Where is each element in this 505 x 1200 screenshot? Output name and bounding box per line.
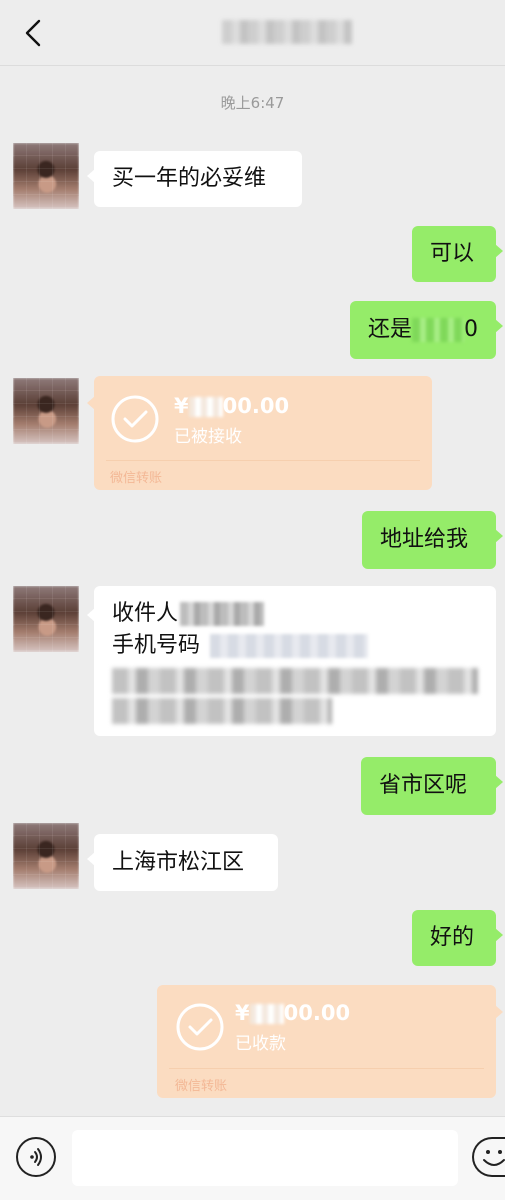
redacted-recipient — [180, 602, 265, 626]
contact-avatar[interactable] — [13, 143, 79, 209]
transfer-status: 已被接收 — [174, 427, 242, 447]
chevron-left-icon — [25, 19, 41, 47]
redacted-phone — [210, 634, 369, 658]
transfer-divider — [106, 460, 420, 461]
redacted-amount — [412, 318, 465, 342]
transfer-amount: ¥00.00 — [235, 1001, 351, 1025]
sent-message: 可以 — [412, 226, 503, 282]
transfer-card[interactable]: ¥00.00 已收款 微信转账 — [157, 985, 503, 1098]
recipient-label: 收件人 — [112, 601, 179, 626]
contact-avatar[interactable] — [13, 823, 79, 889]
message-text: 好的 — [430, 925, 475, 950]
recipient-line: 收件人 — [112, 598, 478, 630]
emoji-icon — [483, 1150, 505, 1166]
message-text: 可以 — [430, 241, 475, 266]
sent-message: 还是 0 — [350, 301, 503, 359]
received-message-address: 收件人 手机号码 — [87, 586, 496, 736]
message-text-prefix: 还是 — [368, 317, 413, 342]
chat-header — [0, 0, 505, 66]
transfer-divider — [169, 1068, 484, 1069]
redacted-amount — [188, 397, 223, 417]
sent-message: 好的 — [412, 910, 503, 966]
redacted-address — [112, 698, 332, 724]
transfer-footer: 微信转账 — [175, 1079, 228, 1094]
message-text: 买一年的必妥维 — [112, 166, 267, 191]
phone-line: 手机号码 — [112, 630, 478, 662]
message-timestamp: 晚上6:47 — [220, 94, 285, 112]
check-circle-icon — [111, 395, 159, 443]
contact-avatar[interactable] — [13, 586, 79, 652]
message-text: 地址给我 — [380, 527, 469, 552]
redacted-amount — [249, 1004, 284, 1024]
emoji-button[interactable] — [472, 1137, 505, 1177]
transfer-card[interactable]: ¥00.00 已被接收 微信转账 — [87, 376, 432, 490]
phone-label: 手机号码 — [112, 633, 201, 658]
input-bar — [0, 1116, 505, 1200]
voice-icon — [30, 1148, 42, 1166]
received-message: 上海市松江区 — [87, 834, 278, 891]
chat-title-redacted — [222, 20, 352, 44]
sent-message: 地址给我 — [362, 511, 503, 569]
voice-button[interactable] — [16, 1137, 56, 1177]
message-text: 省市区呢 — [379, 773, 468, 798]
received-message: 买一年的必妥维 — [87, 151, 302, 207]
transfer-amount: ¥00.00 — [174, 394, 290, 418]
redacted-address — [112, 668, 478, 694]
contact-avatar[interactable] — [13, 378, 79, 444]
message-input[interactable] — [72, 1130, 458, 1186]
back-button[interactable] — [18, 16, 48, 50]
transfer-status: 已收款 — [235, 1034, 286, 1054]
message-text: 上海市松江区 — [112, 849, 245, 875]
sent-message: 省市区呢 — [361, 757, 503, 815]
transfer-footer: 微信转账 — [110, 471, 163, 486]
message-text-suffix: 0 — [464, 317, 479, 342]
check-circle-icon — [176, 1003, 224, 1051]
